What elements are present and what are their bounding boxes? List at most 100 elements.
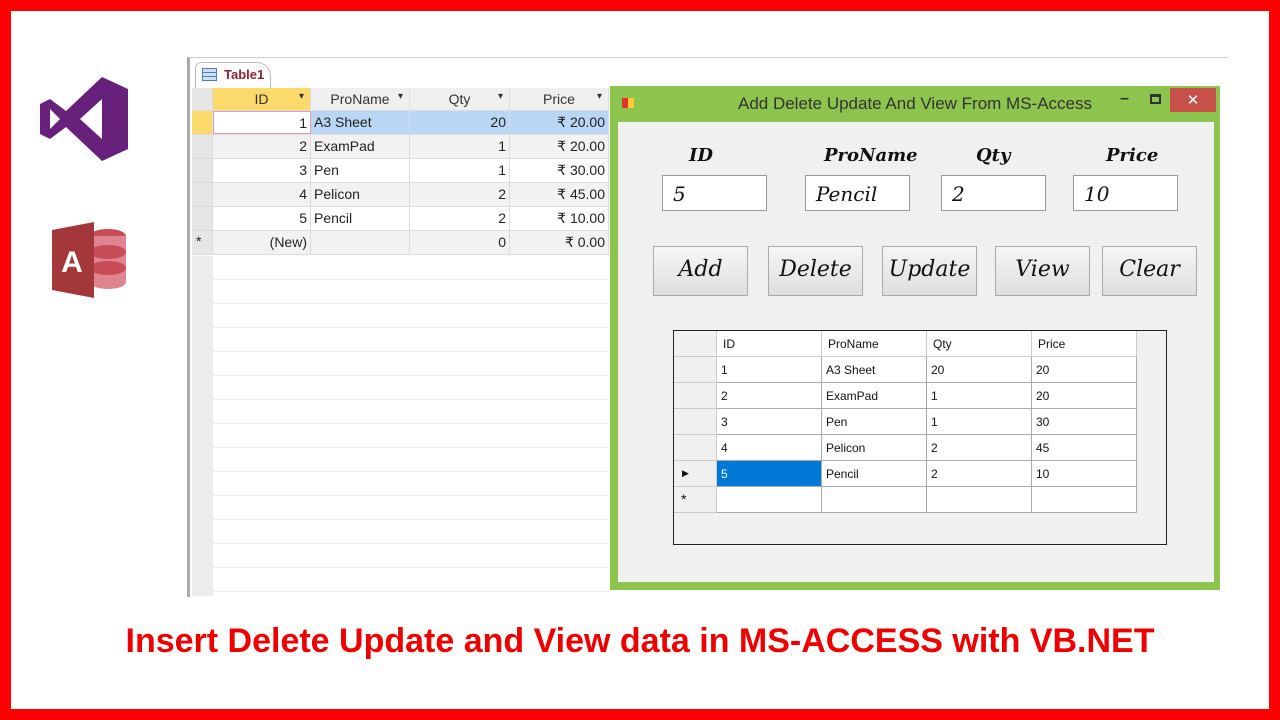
clear-button[interactable]: Clear <box>1102 246 1197 296</box>
table-icon <box>202 68 217 81</box>
vb-form-window: Add Delete Update And View From MS-Acces… <box>610 86 1220 590</box>
cell[interactable]: ₹ 20.00 <box>510 135 609 158</box>
view-button[interactable]: View <box>995 246 1090 296</box>
cell[interactable]: 10 <box>1032 461 1137 487</box>
cell[interactable] <box>822 487 927 513</box>
cell[interactable]: 2 <box>717 383 822 409</box>
form-client: ID ProName Qty Price 5 Pencil 2 10 Add D… <box>618 122 1214 582</box>
column-header-price[interactable]: Price <box>510 88 609 110</box>
cell[interactable]: 2 <box>410 207 510 230</box>
tab-label: Table1 <box>224 67 265 82</box>
table-row[interactable]: 3 Pen 1 ₹ 30.00 <box>192 159 609 183</box>
cell[interactable]: 4 <box>717 435 822 461</box>
cell[interactable] <box>927 487 1032 513</box>
cell[interactable]: 30 <box>1032 409 1137 435</box>
table-row[interactable]: 4 Pelicon 2 ₹ 45.00 <box>192 183 609 207</box>
cell[interactable]: 1 <box>927 383 1032 409</box>
cell[interactable]: 1 <box>410 159 510 182</box>
cell[interactable]: 20 <box>1032 383 1137 409</box>
table-row[interactable]: 1 A3 Sheet 20 ₹ 20.00 <box>192 111 609 135</box>
grid-row[interactable]: 2 ExamPad 1 20 <box>674 383 1166 409</box>
delete-button[interactable]: Delete <box>768 246 863 296</box>
cell[interactable]: ₹ 45.00 <box>510 183 609 206</box>
proname-label: ProName <box>824 145 918 166</box>
datasheet-empty-area <box>192 256 609 596</box>
cell[interactable]: 3 <box>213 159 311 182</box>
cell[interactable]: Pelicon <box>311 183 410 206</box>
svg-text:A: A <box>61 246 83 279</box>
new-row[interactable]: * (New) 0 ₹ 0.00 <box>192 231 609 255</box>
grid-column-price[interactable]: Price <box>1032 331 1137 357</box>
table-row[interactable]: 2 ExamPad 1 ₹ 20.00 <box>192 135 609 159</box>
cell[interactable]: 4 <box>213 183 311 206</box>
cell[interactable]: 5 <box>213 207 311 230</box>
column-header-proname[interactable]: ProName <box>311 88 410 110</box>
cell[interactable]: 1 <box>717 357 822 383</box>
update-button[interactable]: Update <box>882 246 977 296</box>
cell[interactable]: ExamPad <box>822 383 927 409</box>
cell[interactable]: Pencil <box>311 207 410 230</box>
data-grid-view: ID ProName Qty Price 1 A3 Sheet 20 20 2 ExamPad… <box>673 330 1167 545</box>
minimize-button[interactable]: – <box>1120 90 1129 108</box>
cell[interactable]: A3 Sheet <box>822 357 927 383</box>
grid-header: ID ProName Qty Price <box>674 331 1166 357</box>
add-button[interactable]: Add <box>653 246 748 296</box>
cell[interactable]: ₹ 0.00 <box>510 231 609 254</box>
cell[interactable]: 1 <box>213 111 311 134</box>
cell[interactable]: 1 <box>410 135 510 158</box>
cell[interactable] <box>717 487 822 513</box>
id-input[interactable]: 5 <box>662 175 767 211</box>
cell[interactable] <box>1032 487 1137 513</box>
tab-table1[interactable]: Table1 <box>195 62 271 89</box>
cell[interactable]: 2 <box>410 183 510 206</box>
maximize-button[interactable] <box>1150 94 1161 104</box>
cell[interactable]: ₹ 30.00 <box>510 159 609 182</box>
cell[interactable]: 5 <box>717 461 822 487</box>
column-header-qty[interactable]: Qty <box>410 88 510 110</box>
cell[interactable]: 3 <box>717 409 822 435</box>
cell[interactable]: (New) <box>213 231 311 254</box>
ms-access-logo: A <box>52 222 126 298</box>
new-row-marker: * <box>674 487 717 513</box>
access-datasheet: ID ProName Qty Price 1A3 Sheet20₹ 20.00 … <box>192 88 609 255</box>
cell[interactable]: Pencil <box>822 461 927 487</box>
close-button[interactable]: ✕ <box>1170 88 1216 112</box>
grid-row[interactable]: 4 Pelicon 2 45 <box>674 435 1166 461</box>
grid-row[interactable]: 1 A3 Sheet 20 20 <box>674 357 1166 383</box>
cell[interactable]: 2 <box>927 461 1032 487</box>
qty-label: Qty <box>976 145 1011 166</box>
grid-column-qty[interactable]: Qty <box>927 331 1032 357</box>
column-header-id[interactable]: ID <box>213 88 311 110</box>
grid-row-current[interactable]: ▶ 5 Pencil 2 10 <box>674 461 1166 487</box>
cell[interactable]: Pen <box>311 159 410 182</box>
video-caption: Insert Delete Update and View data in MS… <box>125 622 1155 660</box>
select-all[interactable] <box>192 88 213 110</box>
cell[interactable]: 2 <box>927 435 1032 461</box>
grid-column-proname[interactable]: ProName <box>822 331 927 357</box>
cell[interactable]: 20 <box>1032 357 1137 383</box>
cell[interactable]: ₹ 10.00 <box>510 207 609 230</box>
cell[interactable]: 20 <box>927 357 1032 383</box>
price-input[interactable]: 10 <box>1073 175 1178 211</box>
grid-column-id[interactable]: ID <box>717 331 822 357</box>
id-label: ID <box>689 145 714 166</box>
cell[interactable]: ExamPad <box>311 135 410 158</box>
cell[interactable]: A3 Sheet <box>311 111 410 134</box>
cell[interactable]: 0 <box>410 231 510 254</box>
current-row-indicator: ▶ <box>674 461 717 487</box>
cell[interactable]: 2 <box>213 135 311 158</box>
table-row[interactable]: 5 Pencil 2 ₹ 10.00 <box>192 207 609 231</box>
cell[interactable]: Pelicon <box>822 435 927 461</box>
cell[interactable]: 1 <box>927 409 1032 435</box>
cell[interactable]: Pen <box>822 409 927 435</box>
new-row-marker: * <box>192 231 213 254</box>
grid-row[interactable]: 3 Pen 1 30 <box>674 409 1166 435</box>
cell[interactable]: 45 <box>1032 435 1137 461</box>
cell[interactable] <box>311 231 410 254</box>
cell[interactable]: ₹ 20.00 <box>510 111 609 134</box>
price-label: Price <box>1106 145 1159 166</box>
cell[interactable]: 20 <box>410 111 510 134</box>
grid-new-row[interactable]: * <box>674 487 1166 513</box>
qty-input[interactable]: 2 <box>941 175 1046 211</box>
proname-input[interactable]: Pencil <box>805 175 910 211</box>
